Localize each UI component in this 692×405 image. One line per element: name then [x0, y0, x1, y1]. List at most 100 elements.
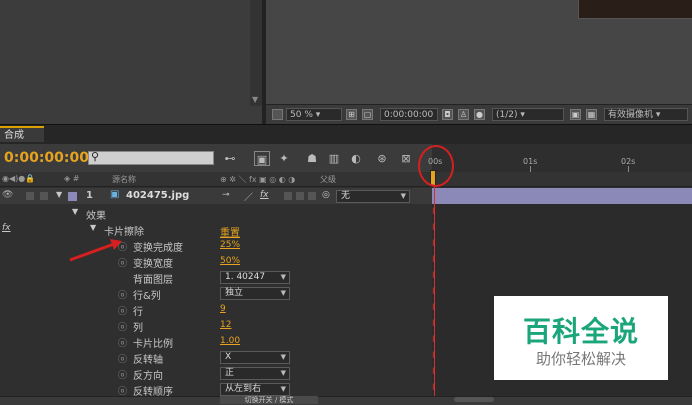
stopwatch-icon[interactable]: ⓞ	[118, 368, 127, 381]
effects-group-row[interactable]: ▼ 效果	[0, 205, 432, 222]
highlight-circle	[418, 145, 454, 187]
watermark-title: 百科全说	[522, 315, 639, 348]
av-switches-icon: ◉◀)●🔒	[2, 174, 36, 183]
graph-editor-icon[interactable]: ⊛	[374, 151, 390, 166]
time-ruler[interactable]	[432, 144, 692, 172]
ruler-label-02s: 02s	[621, 157, 636, 166]
zoom-select[interactable]: 50 % ▾	[286, 108, 342, 121]
property-dropdown[interactable]: 从左到右 ▼	[220, 383, 290, 396]
parent-header[interactable]: 父级	[320, 174, 336, 185]
frame-blending-icon[interactable]: ▥	[326, 151, 342, 166]
property-label: 变换宽度	[133, 259, 173, 270]
snapshot-icon[interactable]: ◘	[442, 109, 453, 120]
adjustment-switch[interactable]	[308, 192, 316, 200]
layer-switches-icon: ⊕ ✲ ＼ fx ▣ ◎ ◐ ◑	[220, 175, 296, 184]
hide-shy-layers-icon[interactable]: ☗	[304, 151, 320, 166]
property-row[interactable]: ⓞ 反转轴 X ▼	[0, 349, 432, 366]
property-row[interactable]: ⓞ 行 9	[0, 301, 432, 318]
show-snapshot-icon[interactable]: ♙	[458, 109, 469, 120]
shy-switch-icon[interactable]: ⊸	[222, 190, 230, 200]
column-header	[0, 172, 692, 187]
layer-duration-bar[interactable]	[432, 188, 692, 204]
viewer-timecode[interactable]: 0:00:00:00	[380, 108, 438, 121]
safe-area-icon[interactable]: ▢	[362, 109, 373, 120]
eye-icon[interactable]: 👁	[2, 190, 13, 200]
effect-fx-icon[interactable]: fx	[2, 223, 11, 233]
property-row[interactable]: ⓞ 反转顺序 从左到右 ▼	[0, 381, 432, 398]
stopwatch-icon[interactable]: ⓞ	[118, 352, 127, 365]
effect-row[interactable]: fx ▼ 卡片擦除 重置	[0, 221, 432, 239]
property-value[interactable]: 25%	[220, 240, 240, 250]
brainstorm-icon[interactable]: ⊠	[398, 151, 414, 166]
tab-strip	[0, 124, 692, 145]
effects-group-label: 效果	[86, 211, 106, 222]
property-row[interactable]: ⓞ 行&列 独立 ▼	[0, 285, 432, 302]
label-color-swatch[interactable]	[68, 192, 77, 201]
draft-3d-icon[interactable]: ✦	[276, 151, 292, 166]
current-time-display[interactable]: 0:00:00:00	[4, 150, 89, 166]
search-icon: ⚲	[91, 150, 100, 163]
chevron-down-icon: ▼	[280, 369, 286, 377]
pickwhip-icon[interactable]: ◎	[322, 190, 330, 200]
lock-toggle[interactable]	[40, 192, 48, 200]
property-row[interactable]: ⓞ 变换完成度 25%	[0, 237, 432, 254]
property-value[interactable]: 50%	[220, 256, 240, 266]
region-of-interest-icon[interactable]: ▣	[570, 109, 581, 120]
motion-blur-switch[interactable]	[296, 192, 304, 200]
chevron-down-icon: ▼	[280, 385, 286, 393]
always-preview-icon[interactable]	[272, 109, 283, 120]
transparency-grid-icon[interactable]: ▦	[586, 109, 597, 120]
property-value[interactable]: 12	[220, 320, 231, 330]
resolution-select[interactable]: (1/2) ▾	[492, 108, 564, 121]
solo-toggle[interactable]	[26, 192, 34, 200]
layer-name[interactable]: 402475.jpg	[126, 190, 189, 201]
tab-composition-1[interactable]: 合成 1×	[0, 126, 44, 157]
comp-mini-flowchart-icon[interactable]: ⊷	[222, 151, 238, 166]
layer-index: 1	[86, 190, 93, 201]
watermark-subtitle: 助你轻松解决	[535, 350, 626, 368]
dropdown-value: X	[225, 352, 232, 362]
stopwatch-icon[interactable]: ⓞ	[118, 288, 127, 301]
annotation-arrow-icon	[69, 239, 122, 262]
property-row[interactable]: ⓞ 反方向正 ▼	[0, 365, 432, 382]
expand-layer-icon[interactable]: ▼	[56, 190, 62, 199]
property-dropdown[interactable]: 独立 ▼	[220, 287, 290, 300]
frame-blend-switch[interactable]	[284, 192, 292, 200]
property-dropdown[interactable]: 1. 40247 ▼	[220, 271, 290, 284]
dropdown-value: 独立	[225, 288, 244, 298]
motion-blur-icon[interactable]: ◐	[348, 151, 364, 166]
zoom-slider[interactable]	[454, 397, 494, 402]
property-row[interactable]: ⓞ 变换宽度 50%	[0, 253, 432, 270]
channel-icon[interactable]: ●	[474, 109, 485, 120]
expand-effect-icon[interactable]: ▼	[90, 223, 96, 232]
grid-icon[interactable]: ⊞	[346, 109, 357, 120]
quality-switch-icon[interactable]: ／	[244, 190, 253, 203]
property-row[interactable]: ⓞ 列 12	[0, 317, 432, 334]
parent-select[interactable]: 无 ▼	[336, 190, 410, 203]
stopwatch-icon[interactable]: ⓞ	[118, 336, 127, 349]
viewer-toolbar: 50 % ▾ ⊞ ▢ 0:00:00:00 ◘ ♙ ● (1/2) ▾ ▣ ▦ …	[266, 104, 692, 125]
layer-search-input[interactable]: ⚲	[88, 150, 214, 165]
property-row[interactable]: 背面图层 1. 40247 ▼	[0, 269, 432, 286]
property-dropdown[interactable]: 正 ▼	[220, 367, 290, 380]
layer-row[interactable]: 👁 ▼ 1 ▣ 402475.jpg ⊸ ／ fx ◎ 无 ▼	[0, 188, 432, 204]
chevron-down-icon: ▼	[280, 353, 286, 361]
effect-switch-icon[interactable]: fx	[260, 190, 269, 200]
property-row[interactable]: ⓞ 卡片比例 1.00	[0, 333, 432, 350]
property-value[interactable]: 9	[220, 304, 226, 314]
stopwatch-icon[interactable]: ⓞ	[118, 304, 127, 317]
toggle-switches-modes-button[interactable]: 切换开关 / 模式	[220, 396, 318, 404]
camera-select[interactable]: 有效摄像机 ▾	[604, 108, 688, 121]
stopwatch-icon[interactable]: ⓞ	[118, 320, 127, 333]
expand-effects-icon[interactable]: ▼	[72, 207, 78, 216]
live-update-icon[interactable]: ▣	[254, 151, 270, 166]
property-dropdown[interactable]: X ▼	[220, 351, 290, 364]
chevron-down-icon: ▼	[280, 289, 286, 297]
property-label: 列	[133, 323, 143, 334]
property-value[interactable]: 1.00	[220, 336, 240, 346]
scroll-down-icon[interactable]: ▼	[252, 95, 258, 104]
source-name-header[interactable]: 源名称	[112, 174, 136, 185]
project-scrollbar[interactable]: ▼	[250, 0, 262, 106]
playhead-line	[434, 172, 435, 396]
property-label: 反转轴	[133, 355, 163, 366]
